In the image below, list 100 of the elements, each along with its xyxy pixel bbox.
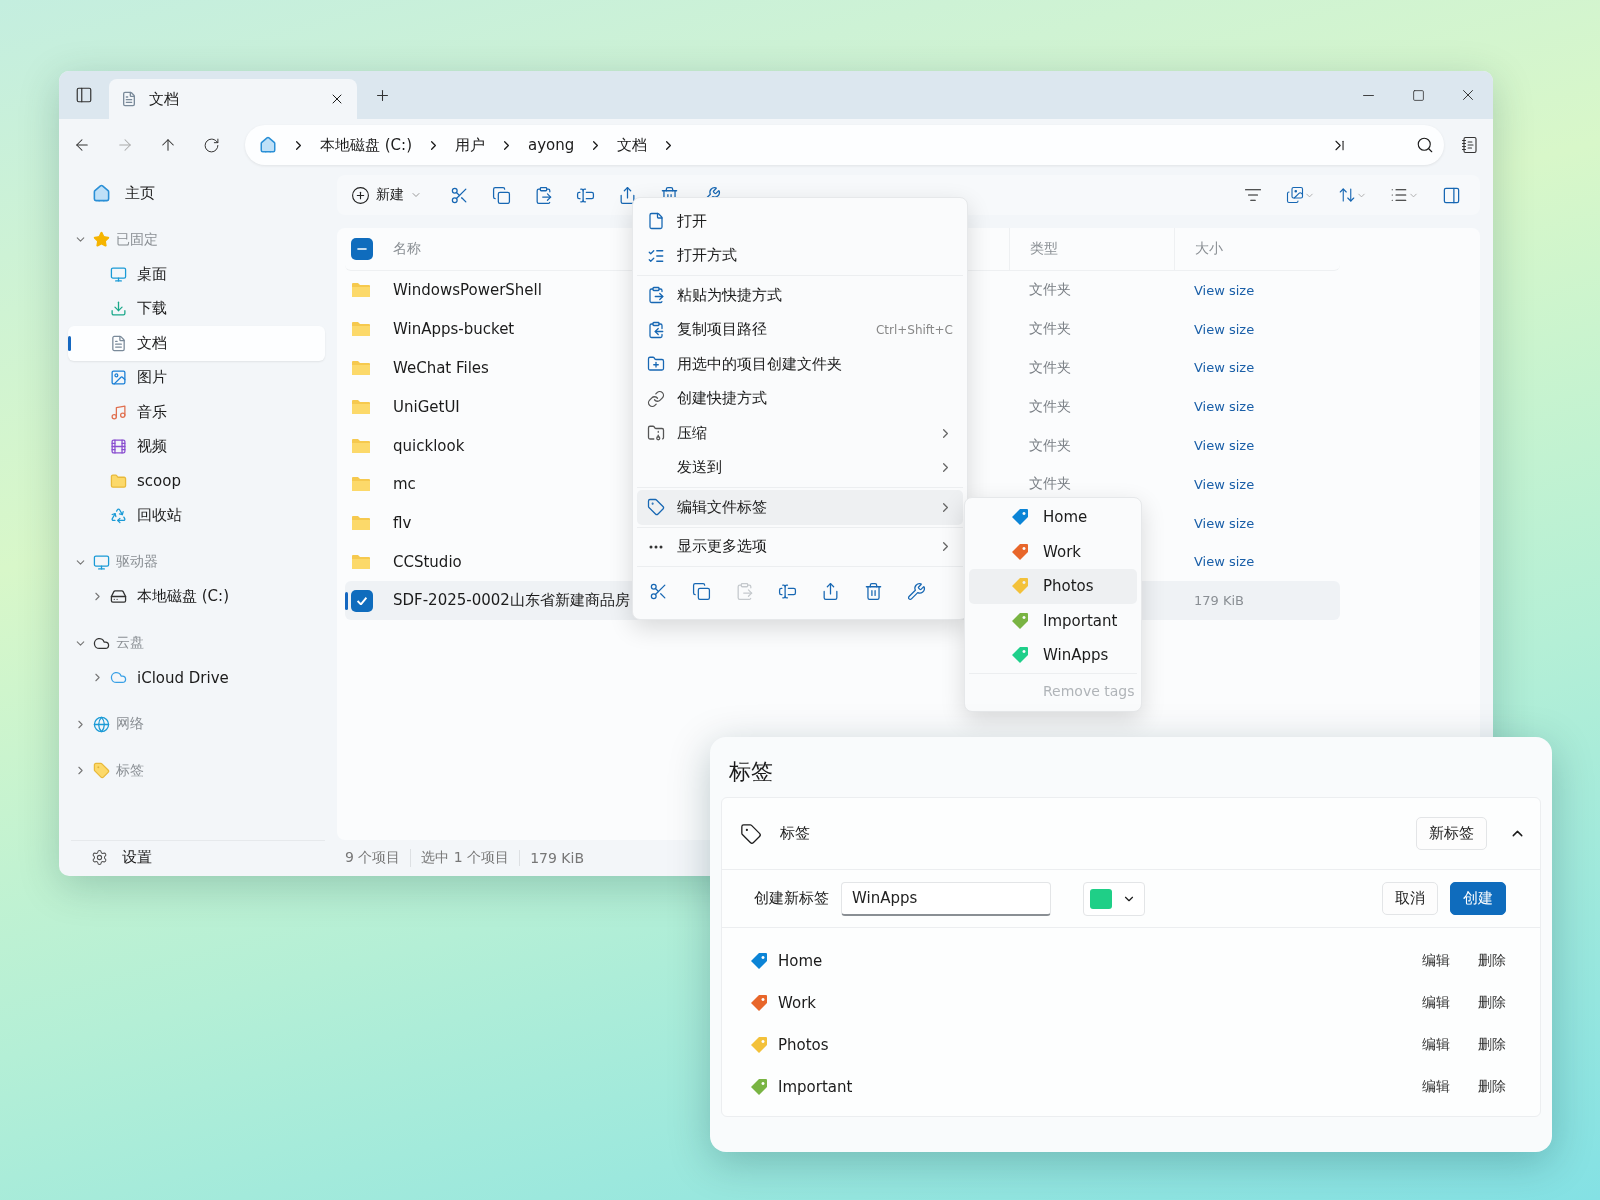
breadcrumb-item[interactable]: 用户	[455, 135, 485, 155]
music-icon	[110, 403, 127, 421]
select-all-checkbox[interactable]	[351, 238, 373, 260]
breadcrumb-item[interactable]: 文档	[617, 135, 648, 155]
file-name: SDF-2025-0002山东省新建商品房	[393, 591, 630, 611]
row-checkbox[interactable]	[351, 589, 373, 612]
sidebar-item[interactable]: 桌面	[68, 257, 325, 292]
monitor-icon	[110, 265, 127, 283]
file-name: WeChat Files	[393, 359, 489, 377]
film-icon	[110, 438, 127, 456]
document-icon	[110, 334, 127, 352]
delete-button[interactable]: 删除	[1478, 1036, 1506, 1054]
menu-item[interactable]: 粘贴为快捷方式	[637, 278, 963, 313]
home-icon	[259, 136, 277, 154]
color-picker[interactable]	[1083, 881, 1145, 916]
view-size-link[interactable]: View size	[1174, 360, 1324, 376]
delete-button[interactable]: 删除	[1478, 952, 1506, 970]
edit-button[interactable]: 编辑	[1422, 994, 1450, 1012]
status-text: 选中 1 个项目	[410, 849, 520, 867]
menu-item[interactable]: 打开方式	[637, 238, 963, 273]
menu-item[interactable]: Important	[969, 603, 1137, 638]
sidebar-item[interactable]: 主页	[68, 176, 325, 211]
view-size-link[interactable]: View size	[1174, 476, 1324, 492]
sidebar-item[interactable]: 视频	[68, 429, 325, 464]
home-icon	[92, 183, 111, 203]
menu-item[interactable]: 复制项目路径 Ctrl+Shift+C	[637, 312, 963, 347]
breadcrumb-item[interactable]: ayong	[528, 136, 575, 154]
menu-item[interactable]: 显示更多选项	[637, 529, 963, 564]
menu-item[interactable]: 用选中的项目创建文件夹	[637, 347, 963, 382]
tag-name: Photos	[778, 1036, 830, 1054]
shortcut-text: Ctrl+Shift+C	[875, 322, 953, 337]
search-icon[interactable]	[1416, 136, 1434, 154]
view-size-link[interactable]: View size	[1174, 438, 1324, 454]
section-label: 标签	[780, 824, 811, 843]
status-text: 9 个项目	[345, 849, 402, 867]
link-icon	[647, 389, 665, 408]
new-tag-button[interactable]: 新标签	[1416, 817, 1487, 850]
sidebar-item[interactable]: 下载	[68, 291, 325, 326]
folder-icon	[110, 472, 127, 490]
plus-icon	[351, 185, 370, 205]
copy-icon	[647, 320, 665, 339]
download-icon	[110, 300, 127, 318]
delete-button[interactable]: 删除	[1478, 1078, 1506, 1096]
sidebar-item[interactable]: iCloud Drive	[68, 660, 325, 695]
document-icon	[121, 91, 137, 107]
cancel-button[interactable]: 取消	[1382, 882, 1438, 915]
tag-icon	[93, 762, 110, 780]
sidebar-item[interactable]: 回收站	[68, 498, 325, 533]
monitor-icon	[93, 553, 110, 571]
create-button[interactable]: 创建	[1450, 882, 1506, 915]
tab-title: 文档	[149, 89, 180, 109]
tag-name-field[interactable]: WinApps	[841, 881, 1051, 916]
file-type: 文件夹	[1028, 475, 1072, 494]
tag-name: Important	[778, 1078, 854, 1096]
menu-item[interactable]: Photos	[969, 569, 1137, 604]
drive-icon	[110, 588, 127, 606]
file-name: flv	[393, 514, 412, 533]
new-button[interactable]: 新建	[345, 181, 428, 209]
sidebar-item[interactable]: 文档	[68, 326, 325, 361]
menu-item[interactable]: 编辑文件标签	[637, 490, 963, 525]
file-name: quicklook	[393, 436, 465, 455]
edit-button[interactable]: 编辑	[1422, 952, 1450, 970]
file-size: 179 KiB	[1193, 593, 1245, 609]
field-label: 创建新标签	[754, 889, 829, 908]
menu-item[interactable]: WinApps	[969, 638, 1137, 673]
tag-icon	[740, 822, 762, 845]
menu-item[interactable]: 打开	[637, 204, 963, 239]
more-icon	[649, 544, 663, 549]
view-size-link[interactable]: View size	[1174, 515, 1324, 531]
edit-button[interactable]: 编辑	[1422, 1078, 1450, 1096]
view-size-link[interactable]: View size	[1174, 282, 1324, 298]
breadcrumb-item[interactable]: 本地磁盘 (C:)	[320, 135, 412, 155]
delete-button[interactable]: 删除	[1478, 994, 1506, 1012]
settings-item[interactable]: 设置	[68, 840, 325, 875]
address-bar[interactable]: 本地磁盘 (C:) 用户 ayong 文档	[245, 125, 1444, 165]
sidebar-item[interactable]: 本地磁盘 (C:)	[68, 579, 325, 614]
file-type: 文件夹	[1028, 320, 1072, 339]
menu-item[interactable]: 发送到	[637, 450, 963, 485]
menu-item[interactable]: Work	[969, 534, 1137, 569]
view-size-link[interactable]: View size	[1174, 399, 1324, 415]
menu-item[interactable]: 压缩	[637, 416, 963, 451]
menu-item[interactable]: 创建快捷方式	[637, 381, 963, 416]
sidebar-item[interactable]: scoop	[68, 464, 325, 499]
file-type: 文件夹	[1028, 281, 1072, 300]
tag-name: Home	[778, 952, 824, 970]
file-name: WinApps-bucket	[393, 320, 515, 339]
tab[interactable]: 文档	[109, 79, 357, 119]
network-icon	[93, 715, 110, 733]
sidebar-item[interactable]: 音乐	[68, 395, 325, 430]
file-name: WindowsPowerShell	[393, 281, 542, 300]
sidebar-item[interactable]: 图片	[68, 360, 325, 395]
file-type: 文件夹	[1028, 436, 1072, 455]
picture-icon	[110, 369, 127, 387]
view-size-link[interactable]: View size	[1174, 321, 1324, 337]
check-icon	[357, 596, 367, 605]
menu-item[interactable]: Home	[969, 500, 1137, 535]
edit-button[interactable]: 编辑	[1422, 1036, 1450, 1054]
recycle-bin-icon	[110, 507, 127, 525]
view-size-link[interactable]: View size	[1174, 554, 1324, 570]
file-type: 文件夹	[1028, 397, 1072, 416]
